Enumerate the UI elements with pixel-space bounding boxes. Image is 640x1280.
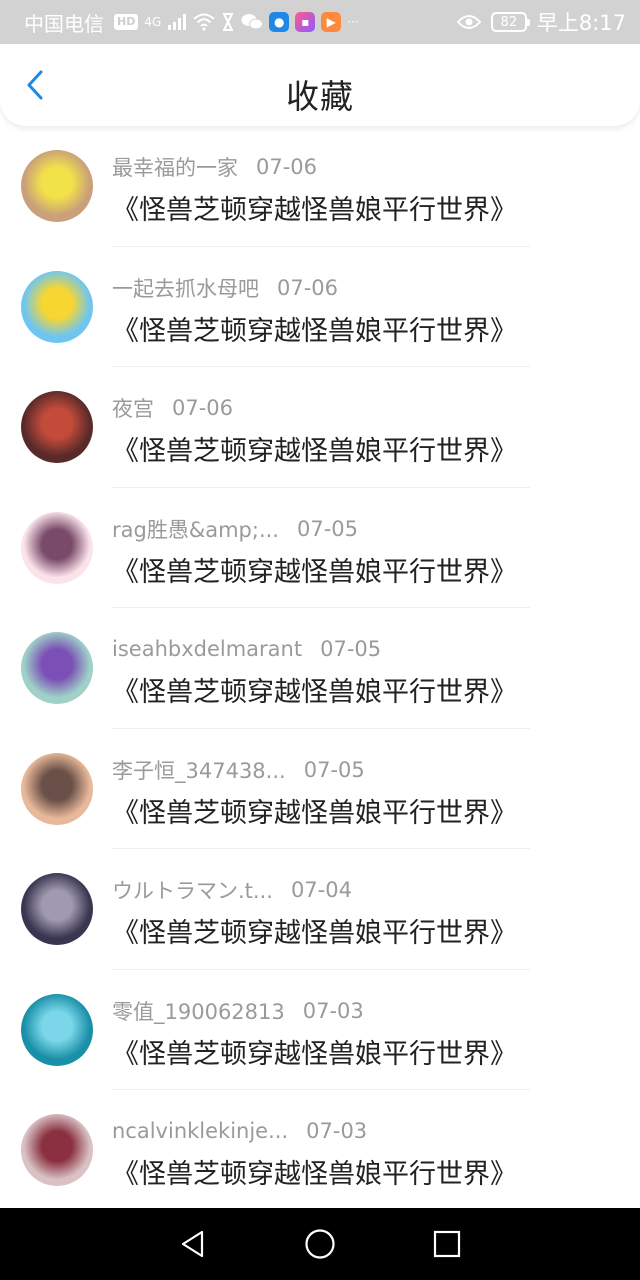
date-label: 07-06 (256, 155, 318, 179)
item-meta: 最幸福的一家 07-06 (112, 152, 317, 182)
username[interactable]: 李子恒_347438... (112, 755, 286, 785)
item-meta: rag胜愚&amp;... 07-05 (112, 514, 358, 544)
story-title[interactable]: 《怪兽芝顿穿越怪兽娘平行世界》 (112, 309, 517, 348)
item-meta: iseahbxdelmarant 07-05 (112, 634, 381, 664)
circle-home-icon (305, 1229, 335, 1259)
eye-icon (456, 15, 481, 29)
username[interactable]: 最幸福的一家 (112, 152, 238, 182)
favorite-item[interactable]: 一起去抓水母吧 07-06 《怪兽芝顿穿越怪兽娘平行世界》 (0, 247, 640, 368)
avatar[interactable] (21, 873, 93, 945)
username[interactable]: rag胜愚&amp;... (112, 514, 279, 544)
item-meta: 夜宫 07-06 (112, 393, 233, 423)
username[interactable]: 夜宫 (112, 393, 154, 423)
page-title: 收藏 (286, 77, 354, 116)
username[interactable]: ncalvinklekinje... (112, 1119, 288, 1143)
wechat-icon (241, 14, 264, 30)
avatar[interactable] (21, 993, 93, 1066)
username[interactable]: iseahbxdelmarant (112, 637, 302, 661)
square-recents-icon (433, 1230, 460, 1258)
system-navigation-bar (0, 1208, 640, 1280)
app-icon: ▶ (321, 12, 342, 32)
avatar[interactable] (21, 511, 93, 584)
date-label: 07-03 (306, 1119, 368, 1143)
avatar[interactable] (21, 632, 93, 704)
date-label: 07-03 (302, 998, 364, 1023)
item-meta: ウルトラマン.t... 07-04 (112, 875, 352, 905)
favorite-item[interactable]: 零值_190062813 07-03 《怪兽芝顿穿越怪兽娘平行世界》 (0, 970, 640, 1091)
hd-badge: HD (114, 14, 139, 30)
header: 收藏 (0, 44, 640, 126)
story-title[interactable]: 《怪兽芝顿穿越怪兽娘平行世界》 (112, 911, 517, 950)
network-type: 4G (144, 15, 162, 29)
avatar[interactable] (21, 270, 93, 343)
story-title[interactable]: 《怪兽芝顿穿越怪兽娘平行世界》 (112, 791, 517, 830)
battery-icon: 82 (490, 12, 530, 32)
battery-level: 82 (500, 14, 518, 30)
app-icon: ▪ (295, 12, 316, 32)
status-bar: 中国电信 HD 4G ● ▪ ▶ ··· 82 早上8:17 (0, 0, 640, 44)
story-title[interactable]: 《怪兽芝顿穿越怪兽娘平行世界》 (112, 670, 517, 709)
item-meta: ncalvinklekinje... 07-03 (112, 1116, 367, 1146)
favorite-item[interactable]: 李子恒_347438... 07-05 《怪兽芝顿穿越怪兽娘平行世界》 (0, 729, 640, 850)
app-icon: ● (269, 12, 290, 32)
triangle-back-icon (182, 1230, 204, 1258)
favorites-list: 最幸福的一家 07-06 《怪兽芝顿穿越怪兽娘平行世界》 一起去抓水母吧 07-06 《怪… (0, 126, 640, 1208)
clock: 早上8:17 (536, 11, 626, 35)
favorite-item[interactable]: iseahbxdelmarant 07-05 《怪兽芝顿穿越怪兽娘平行世界》 (0, 608, 640, 729)
date-label: 07-04 (290, 878, 352, 902)
date-label: 07-06 (172, 396, 234, 420)
signal-icon (168, 14, 187, 30)
username[interactable]: 一起去抓水母吧 (112, 273, 259, 303)
date-label: 07-05 (320, 637, 382, 661)
more-notifications: ··· (347, 15, 359, 29)
hourglass-icon (223, 13, 234, 31)
item-meta: 零值_190062813 07-03 (112, 996, 364, 1026)
system-recents-button[interactable] (427, 1224, 467, 1264)
username[interactable]: ウルトラマン.t... (112, 875, 273, 905)
item-meta: 李子恒_347438... 07-05 (112, 755, 365, 785)
avatar[interactable] (21, 1114, 93, 1186)
story-title[interactable]: 《怪兽芝顿穿越怪兽娘平行世界》 (112, 1032, 517, 1071)
story-title[interactable]: 《怪兽芝顿穿越怪兽娘平行世界》 (112, 429, 517, 468)
story-title[interactable]: 《怪兽芝顿穿越怪兽娘平行世界》 (112, 1152, 517, 1191)
avatar[interactable] (21, 391, 93, 463)
favorite-item[interactable]: 夜宫 07-06 《怪兽芝顿穿越怪兽娘平行世界》 (0, 367, 640, 488)
story-title[interactable]: 《怪兽芝顿穿越怪兽娘平行世界》 (112, 550, 517, 589)
favorite-item[interactable]: 最幸福的一家 07-06 《怪兽芝顿穿越怪兽娘平行世界》 (0, 126, 640, 247)
date-label: 07-06 (277, 275, 339, 300)
item-meta: 一起去抓水母吧 07-06 (112, 273, 338, 303)
story-title[interactable]: 《怪兽芝顿穿越怪兽娘平行世界》 (112, 188, 517, 227)
favorite-item[interactable]: ウルトラマン.t... 07-04 《怪兽芝顿穿越怪兽娘平行世界》 (0, 849, 640, 970)
system-back-button[interactable] (173, 1224, 213, 1264)
system-home-button[interactable] (300, 1224, 340, 1264)
favorite-item[interactable]: rag胜愚&amp;... 07-05 《怪兽芝顿穿越怪兽娘平行世界》 (0, 488, 640, 609)
favorite-item[interactable]: ncalvinklekinje... 07-03 《怪兽芝顿穿越怪兽娘平行世界》 (0, 1090, 640, 1208)
date-label: 07-05 (303, 757, 365, 782)
avatar[interactable] (21, 150, 93, 222)
username[interactable]: 零值_190062813 (112, 996, 285, 1026)
wifi-icon (193, 13, 215, 31)
carrier-label: 中国电信 (24, 11, 104, 36)
avatar[interactable] (21, 752, 93, 825)
date-label: 07-05 (296, 516, 358, 541)
